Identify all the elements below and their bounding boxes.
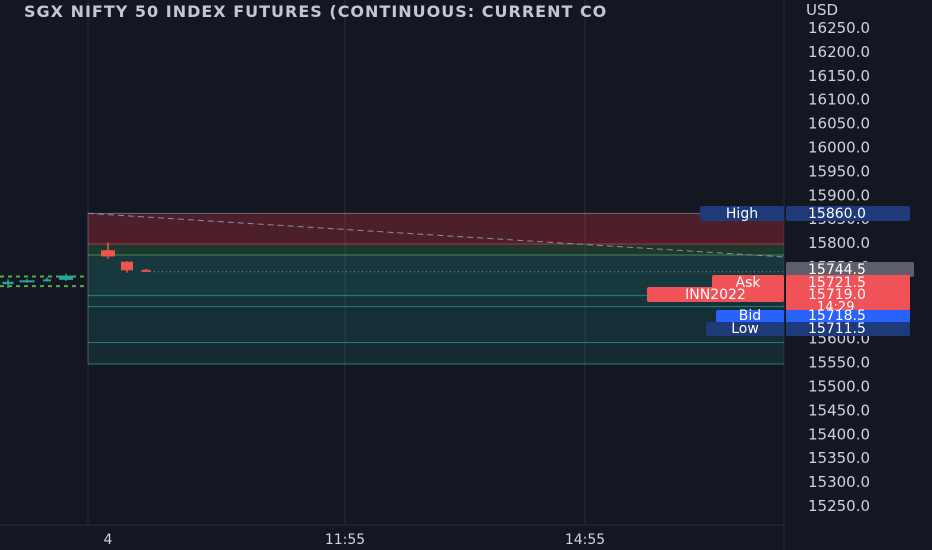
chart-title: SGX NIFTY 50 INDEX FUTURES (CONTINUOUS: …: [24, 2, 607, 21]
price-tick-label: 15250.0: [808, 497, 870, 515]
price-tick-label: 16000.0: [808, 139, 870, 157]
price-zone: [88, 213, 784, 245]
price-tick-label: 16200.0: [808, 43, 870, 61]
price-tick-label: 16100.0: [808, 91, 870, 109]
price-zone: [88, 244, 784, 256]
candle-body: [19, 280, 35, 283]
time-tick-label: 4: [104, 532, 113, 548]
contract-label: INN2022: [685, 287, 746, 303]
price-tick-label: 15450.0: [808, 401, 870, 419]
time-tick-label: 11:55: [325, 532, 365, 548]
low-value: 15711.5: [808, 321, 866, 337]
time-tick-label: 14:55: [565, 532, 605, 548]
price-tick-label: 15300.0: [808, 473, 870, 491]
currency-label: USD: [806, 1, 838, 19]
candle-body: [43, 279, 51, 282]
price-tick-label: 16050.0: [808, 115, 870, 133]
candle-body: [101, 250, 115, 257]
low-label: Low: [731, 321, 759, 337]
candle-body: [59, 275, 73, 280]
price-tick-label: 15400.0: [808, 425, 870, 443]
price-tick-label: 15350.0: [808, 449, 870, 467]
price-tick-label: 15500.0: [808, 378, 870, 396]
candle-body: [121, 261, 133, 271]
price-axis[interactable]: 16250.0 16200.0 16150.0 16100.0 16050.0 16000…: [806, 1, 870, 515]
candle-body: [2, 281, 14, 285]
price-tick-label: 16250.0: [808, 19, 870, 37]
price-tick-label: 15800.0: [808, 234, 870, 252]
price-tick-label: 16150.0: [808, 67, 870, 85]
price-tick-label: 15950.0: [808, 162, 870, 180]
candle-body: [141, 269, 151, 272]
price-tick-label: 15550.0: [808, 354, 870, 372]
time-axis[interactable]: 4 11:55 14:55: [104, 532, 606, 548]
price-zone: [88, 306, 784, 343]
chart-canvas: SGX NIFTY 50 INDEX FUTURES (CONTINUOUS: …: [0, 0, 914, 550]
high-value: 15860.0: [808, 206, 866, 222]
price-tick-label: 15900.0: [808, 186, 870, 204]
high-label: High: [726, 206, 758, 222]
price-zone: [88, 342, 784, 364]
